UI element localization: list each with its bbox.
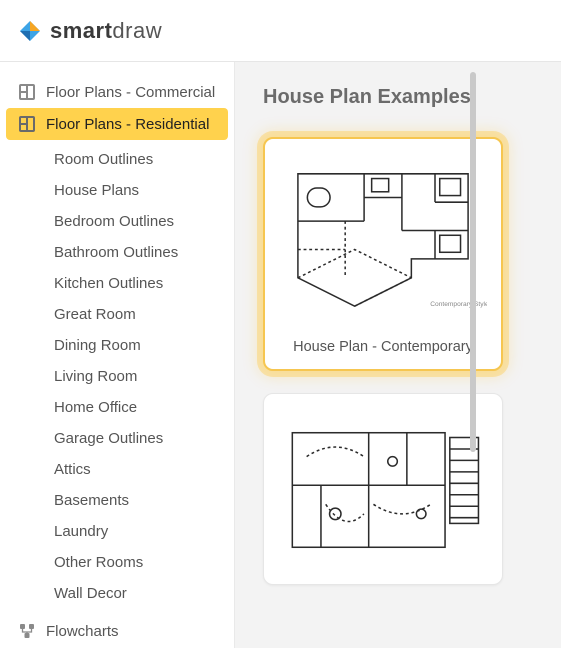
template-thumbnail — [278, 410, 488, 570]
sidebar-sub-kitchen-outlines[interactable]: Kitchen Outlines — [0, 268, 234, 299]
sidebar-sub-laundry[interactable]: Laundry — [0, 516, 234, 547]
sidebar-sub-home-office[interactable]: Home Office — [0, 392, 234, 423]
floorplan-icon — [18, 115, 36, 133]
sidebar-sub-wall-decor[interactable]: Wall Decor — [0, 578, 234, 609]
sidebar-sub-room-outlines[interactable]: Room Outlines — [0, 144, 234, 175]
sidebar-sub-bathroom-outlines[interactable]: Bathroom Outlines — [0, 237, 234, 268]
sidebar-sub-attics[interactable]: Attics — [0, 454, 234, 485]
body: Floor Plans - Commercial Floor Plans - R… — [0, 62, 561, 648]
main: House Plan Examples — [235, 62, 561, 648]
sidebar-cat-label: Flowcharts — [46, 623, 119, 640]
main-inner: House Plan Examples — [235, 62, 561, 585]
template-card-second[interactable] — [263, 393, 503, 585]
sidebar-cat-label: Floor Plans - Residential — [46, 116, 209, 133]
sidebar-subitems: Room Outlines House Plans Bedroom Outlin… — [0, 140, 234, 615]
template-thumbnail: Contemporary Style — [279, 155, 487, 325]
sidebar-sub-living-room[interactable]: Living Room — [0, 361, 234, 392]
sidebar-cat-floor-commercial[interactable]: Floor Plans - Commercial — [0, 76, 234, 108]
sidebar-sub-bedroom-outlines[interactable]: Bedroom Outlines — [0, 206, 234, 237]
scrollbar[interactable] — [470, 62, 476, 648]
sidebar-cat-flowcharts[interactable]: Flowcharts — [0, 615, 234, 647]
svg-text:Contemporary Style: Contemporary Style — [430, 301, 487, 308]
logo-text: smartdraw — [50, 18, 162, 44]
scrollbar-thumb[interactable] — [470, 72, 476, 452]
template-card-contemporary[interactable]: Contemporary Style House Plan - Contempo… — [263, 137, 503, 371]
sidebar-sub-great-room[interactable]: Great Room — [0, 299, 234, 330]
sidebar-sub-house-plans[interactable]: House Plans — [0, 175, 234, 206]
logo-icon — [18, 19, 42, 43]
sidebar-sub-other-rooms[interactable]: Other Rooms — [0, 547, 234, 578]
sidebar: Floor Plans - Commercial Floor Plans - R… — [0, 62, 235, 648]
logo[interactable]: smartdraw — [18, 18, 162, 44]
flowchart-icon — [18, 622, 36, 640]
header: smartdraw — [0, 0, 561, 62]
template-caption: House Plan - Contemporary — [279, 339, 487, 355]
sidebar-sub-basements[interactable]: Basements — [0, 485, 234, 516]
floorplan-icon — [18, 83, 36, 101]
app-root: smartdraw Floor Plans - Commercial Floor… — [0, 0, 561, 648]
sidebar-sub-garage-outlines[interactable]: Garage Outlines — [0, 423, 234, 454]
sidebar-cat-floor-residential[interactable]: Floor Plans - Residential — [6, 108, 228, 140]
page-title: House Plan Examples — [263, 86, 543, 109]
sidebar-cat-label: Floor Plans - Commercial — [46, 84, 215, 101]
sidebar-sub-dining-room[interactable]: Dining Room — [0, 330, 234, 361]
